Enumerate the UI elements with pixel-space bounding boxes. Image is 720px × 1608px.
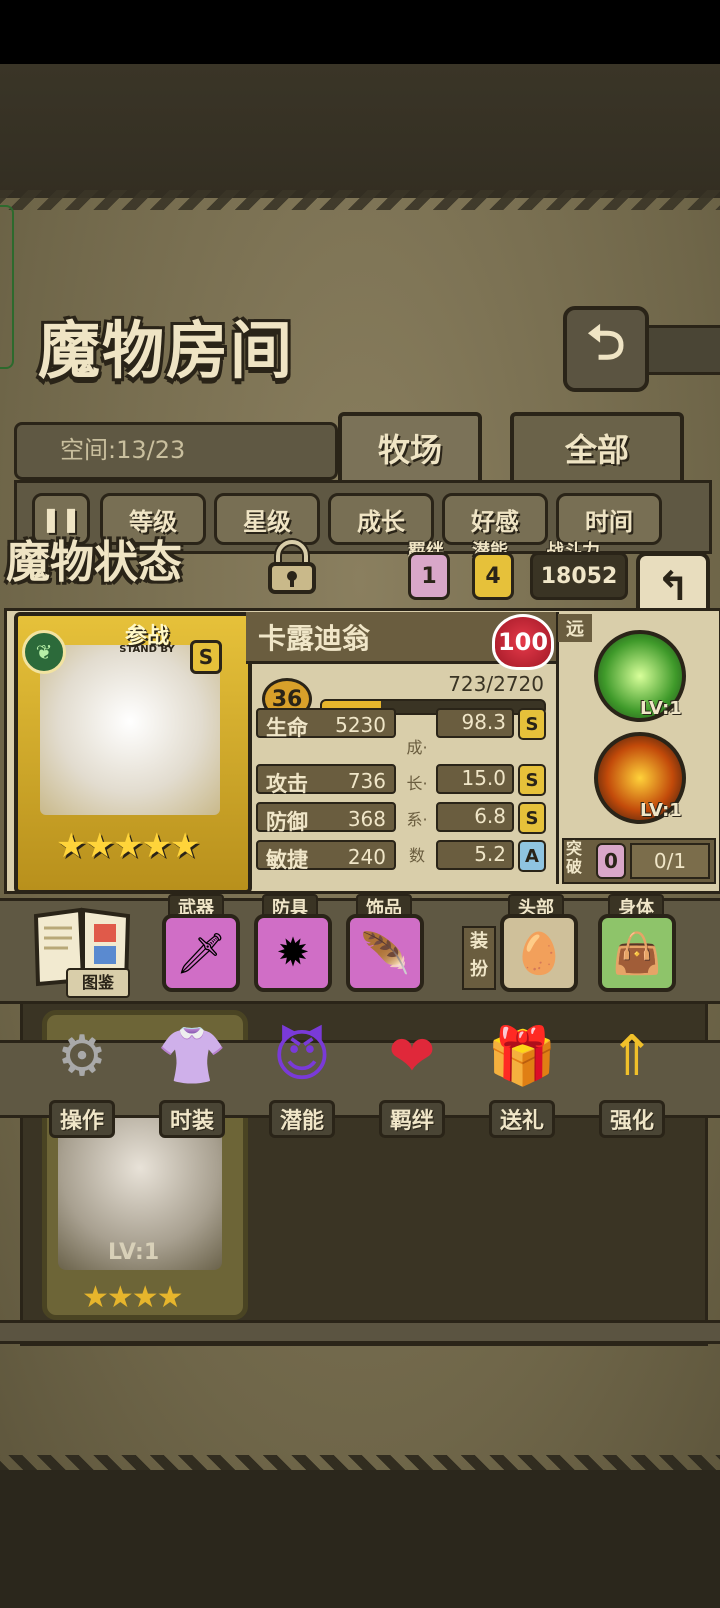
stat-label: 敏捷 [266, 848, 308, 872]
card-stars: ★★★★ [82, 1280, 184, 1315]
demon-icon: 😈 [272, 1024, 332, 1089]
background-upper [0, 64, 720, 198]
affection-heart-icon: 100 [492, 614, 554, 670]
monster-stars: ★★★★★ [56, 826, 200, 866]
back-strip [644, 325, 720, 375]
gear-icon: ⚙ [56, 1024, 108, 1089]
potential-button[interactable]: 😈 潜能 [252, 1018, 352, 1138]
breakthrough-label: 突破 [566, 839, 583, 876]
horn-icon: 🪶 [360, 930, 410, 977]
crystal-icon: ✹ [276, 930, 310, 976]
space-count: 空间:13/23 [60, 436, 186, 464]
breakthrough-progress[interactable]: 0/1 [630, 843, 710, 879]
stat-value: 5230 [335, 713, 386, 737]
list-bottom-frame [0, 1320, 720, 1344]
monster-rank: S [190, 640, 222, 674]
stat-value: 240 [347, 845, 386, 869]
stat-growth: 6.8 [436, 802, 514, 832]
standby-badge: 参战 [124, 624, 169, 649]
bag-icon: 👜 [612, 930, 662, 977]
potential-value: 4 [472, 552, 514, 600]
body-slot[interactable]: 👜 [598, 914, 676, 992]
action-label: 时装 [158, 1100, 225, 1138]
side-tab-handle[interactable] [0, 205, 14, 369]
return-icon: ↰ [656, 564, 690, 610]
bond-value: 1 [408, 552, 450, 600]
stat-label: 攻击 [266, 772, 308, 796]
action-label: 送礼 [488, 1100, 555, 1138]
armor-slot[interactable]: ✹ [254, 914, 332, 992]
range-tag: 远 [558, 614, 592, 642]
book-label: 图鉴 [66, 968, 130, 998]
tab-all[interactable]: 全部 [510, 412, 684, 484]
bond-button[interactable]: ❤ 羁绊 [362, 1018, 462, 1138]
status-bar [0, 0, 720, 64]
stat-value: 736 [347, 769, 386, 793]
stat-box: 防御 368 [256, 802, 396, 834]
lock-icon[interactable] [264, 538, 320, 596]
action-label: 羁绊 [378, 1100, 445, 1138]
room-back-button[interactable]: ⮌ [563, 306, 649, 392]
gift-icon: 🎁 [487, 1024, 557, 1089]
stat-growth: 98.3 [436, 708, 514, 738]
stat-rank: S [518, 802, 546, 834]
outfit-icon: 👚 [157, 1024, 227, 1089]
head-slot[interactable]: 🥚 [500, 914, 578, 992]
power-value: 18052 [530, 552, 628, 600]
stat-box: 攻击 736 [256, 764, 396, 796]
outfit-tag: 装扮 [462, 926, 496, 990]
action-label: 操作 [48, 1100, 115, 1138]
room-title: 魔物房间 [38, 314, 295, 387]
card-level: LV:1 [108, 1240, 160, 1265]
hearts-icon: ❤ [388, 1024, 436, 1089]
gift-button[interactable]: 🎁 送礼 [472, 1018, 572, 1138]
stat-box: 敏捷 240 [256, 840, 396, 872]
stat-rank: A [518, 840, 546, 872]
accessory-slot[interactable]: 🪶 [346, 914, 424, 992]
tab-ranch[interactable]: 牧场 [338, 412, 482, 484]
stat-label: 防御 [266, 810, 308, 834]
standby-sub: STAND BY [119, 644, 175, 655]
skill-level: LV:1 [640, 698, 682, 719]
operate-button[interactable]: ⚙ 操作 [32, 1018, 132, 1138]
growth-coefficient-label: 成·长·系·数 [406, 738, 428, 865]
exp-text: 723/2720 [448, 672, 544, 696]
skill-level: LV:1 [640, 800, 682, 821]
weapon-slot[interactable]: 🗡 [162, 914, 240, 992]
fashion-button[interactable]: 👚 时装 [142, 1018, 242, 1138]
torn-edge-bottom [0, 1455, 720, 1475]
enhance-button[interactable]: ⇑ 强化 [582, 1018, 682, 1138]
popup-title: 魔物状态 [6, 537, 182, 588]
stat-rank: S [518, 764, 546, 796]
breakthrough-count: 0 [596, 843, 626, 879]
return-icon: ⮌ [586, 314, 626, 371]
stat-rank: S [518, 708, 546, 740]
action-label: 潜能 [268, 1100, 335, 1138]
upgrade-arrows-icon: ⇑ [608, 1024, 656, 1089]
nest-egg-icon: 🥚 [514, 930, 564, 977]
stat-box: 生命 5230 [256, 708, 396, 740]
stat-growth: 15.0 [436, 764, 514, 794]
leaf-element-icon: ❦ [22, 630, 66, 674]
stat-growth: 5.2 [436, 840, 514, 870]
stat-value: 368 [347, 807, 386, 831]
torn-edge-top [0, 190, 720, 210]
stat-label: 生命 [266, 716, 308, 740]
background-lower [0, 1470, 720, 1608]
action-label: 强化 [598, 1100, 665, 1138]
sword-icon: 🗡 [175, 930, 227, 977]
